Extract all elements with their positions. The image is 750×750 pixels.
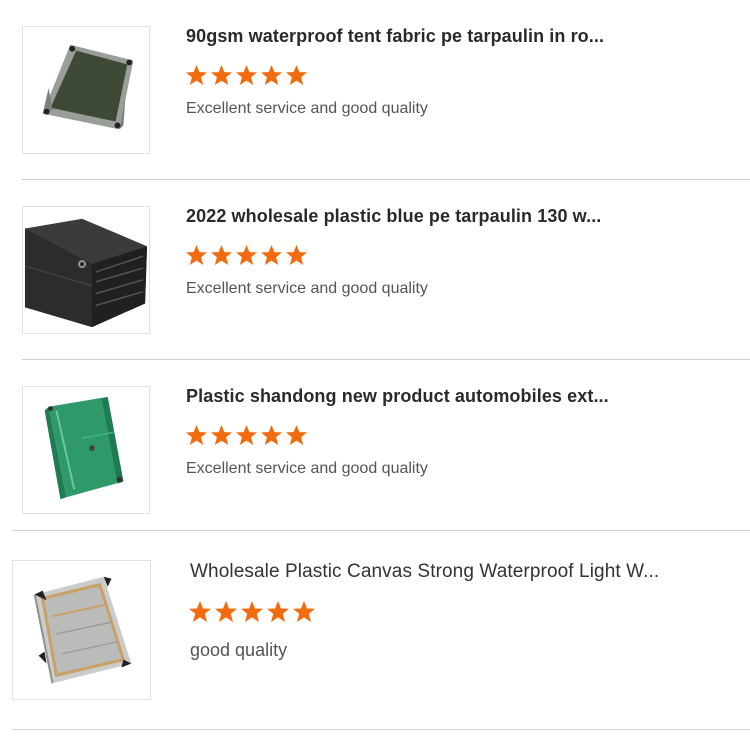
star-icon <box>293 601 315 622</box>
star-rating <box>185 244 308 266</box>
review-text: Excellent service and good quality <box>186 460 428 477</box>
divider <box>22 179 750 180</box>
star-icon <box>285 64 308 86</box>
review-text: Excellent service and good quality <box>186 100 428 117</box>
clear-mesh-tarpaulin-icon <box>13 561 150 699</box>
star-icon <box>215 601 237 622</box>
star-icon <box>210 244 233 266</box>
star-rating <box>185 424 308 446</box>
green-tarpaulin-image[interactable] <box>22 386 150 514</box>
green-gray-tarpaulin-icon <box>23 27 149 153</box>
divider <box>12 729 750 730</box>
star-icon <box>235 424 258 446</box>
star-rating <box>185 64 308 86</box>
star-icon <box>210 424 233 446</box>
product-title[interactable]: 2022 wholesale plastic blue pe tarpaulin… <box>186 206 726 227</box>
star-rating <box>188 600 316 623</box>
divider <box>12 530 750 531</box>
review-text: Excellent service and good quality <box>186 280 428 297</box>
clear-mesh-tarpaulin-image[interactable] <box>12 560 151 700</box>
black-rolled-tarpaulin-image[interactable] <box>22 206 150 334</box>
product-title[interactable]: 90gsm waterproof tent fabric pe tarpauli… <box>186 26 726 47</box>
star-icon <box>185 64 208 86</box>
star-icon <box>260 244 283 266</box>
star-icon <box>235 64 258 86</box>
product-title[interactable]: Plastic shandong new product automobiles… <box>186 386 726 407</box>
star-icon <box>241 601 263 622</box>
green-gray-tarpaulin-image[interactable] <box>22 26 150 154</box>
star-icon <box>189 601 211 622</box>
divider <box>22 359 750 360</box>
product-title[interactable]: Wholesale Plastic Canvas Strong Waterpro… <box>190 561 730 583</box>
star-icon <box>267 601 289 622</box>
star-icon <box>285 244 308 266</box>
star-icon <box>210 64 233 86</box>
star-icon <box>235 244 258 266</box>
star-icon <box>260 424 283 446</box>
star-icon <box>285 424 308 446</box>
star-icon <box>185 244 208 266</box>
star-icon <box>185 424 208 446</box>
product-review-list: 90gsm waterproof tent fabric pe tarpauli… <box>0 0 750 750</box>
black-rolled-tarpaulin-icon <box>23 207 149 333</box>
green-tarpaulin-icon <box>23 387 149 513</box>
review-text: good quality <box>190 640 288 660</box>
star-icon <box>260 64 283 86</box>
